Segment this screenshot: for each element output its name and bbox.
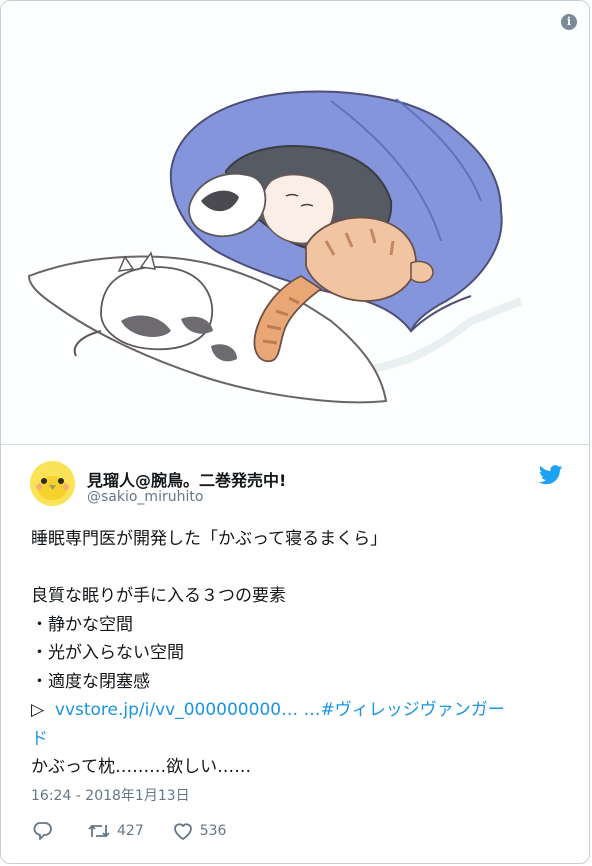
tweet-text-line: かぶって枕………欲しい…… <box>31 757 252 777</box>
tweet-text-line: 睡眠専門医が開発した「かぶって寝るまくら」 <box>31 529 388 549</box>
tweet-actions: 427 536 <box>31 819 254 843</box>
heart-icon <box>173 823 192 840</box>
twitter-bird-icon[interactable] <box>539 465 563 485</box>
play-triangle: ▷ <box>31 700 45 720</box>
tweet-text-line: ・静かな空間 <box>31 614 133 635</box>
username-handle[interactable]: @sakio_miruhito <box>87 489 203 505</box>
like-button[interactable]: 536 <box>172 821 227 841</box>
tweet-text-line: ・適度な閉塞感 <box>31 671 150 692</box>
bird-avatar-icon <box>30 461 75 506</box>
tweet-text-line: 良質な眠りが手に入る３つの要素 <box>31 586 286 606</box>
tweet-link-line-continued: ド <box>31 725 571 754</box>
retweet-button[interactable]: 427 <box>87 821 144 841</box>
hashtag-link[interactable]: …#ヴィレッジヴァンガー <box>303 700 504 720</box>
illustration <box>27 90 523 404</box>
avatar[interactable] <box>30 461 75 506</box>
display-name[interactable]: 見瑠人@腕鳥。二巻発売中! <box>87 467 286 491</box>
retweet-count: 427 <box>117 823 144 839</box>
store-link[interactable]: vvstore.jp/i/vv_000000000… <box>55 700 298 720</box>
tweet-text-line: ・光が入らない空間 <box>31 643 184 663</box>
reply-icon <box>33 822 52 840</box>
tweet-header: 見瑠人@腕鳥。二巻発売中! @sakio_miruhito <box>30 461 570 511</box>
retweet-icon <box>88 824 110 838</box>
hashtag-link-continued[interactable]: ド <box>31 729 48 749</box>
like-count: 536 <box>199 823 227 839</box>
tweet-timestamp[interactable]: 16:24 - 2018年1月13日 <box>31 785 190 805</box>
tweet-text-line <box>31 554 571 583</box>
reply-button[interactable] <box>31 821 59 841</box>
tweet-link-line: ▷ vvstore.jp/i/vv_000000000… …#ヴィレッジヴァンガ… <box>31 696 571 725</box>
info-icon[interactable]: i <box>561 14 577 30</box>
tweet-image[interactable]: i <box>1 1 589 445</box>
tweet-card: i 見瑠人@腕鳥。二巻発売中! @sakio_miruhito 睡眠専門医が開発… <box>0 0 590 864</box>
tweet-text: 睡眠専門医が開発した「かぶって寝るまくら」 良質な眠りが手に入る３つの要素 ・静… <box>31 525 571 782</box>
